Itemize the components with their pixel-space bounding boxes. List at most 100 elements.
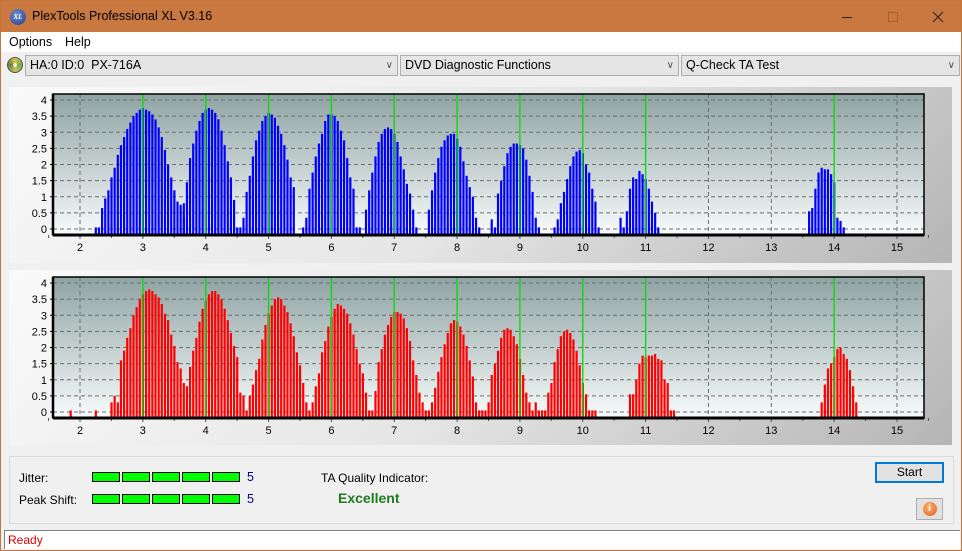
histogram-bar (346, 158, 349, 235)
histogram-bar (855, 402, 858, 418)
x-tick-label: 12 (702, 425, 714, 437)
peak-shift-meter-segment (182, 494, 210, 504)
function-select[interactable]: DVD Diagnostic Functions ∨ (400, 55, 679, 76)
histogram-bar (434, 387, 437, 418)
title-bar[interactable]: XL PlexTools Professional XL V3.16 (1, 1, 961, 32)
close-button[interactable] (915, 1, 961, 32)
histogram-bar (198, 321, 201, 418)
histogram-bar (129, 328, 132, 418)
info-button[interactable]: i (916, 498, 943, 520)
histogram-bar (166, 320, 170, 418)
histogram-bar (632, 177, 635, 235)
peak-shift-meter (92, 494, 240, 504)
histogram-bar (151, 114, 154, 235)
histogram-bar (449, 133, 452, 235)
histogram-bar (173, 190, 176, 235)
histogram-bar (317, 143, 321, 235)
histogram-bar (214, 291, 217, 418)
histogram-bar (836, 217, 839, 235)
histogram-bar (396, 312, 399, 418)
histogram-bar (443, 344, 446, 418)
histogram-bar (176, 201, 179, 235)
histogram-bar (452, 320, 456, 418)
y-tick-label: 2 (41, 343, 47, 355)
maximize-button[interactable] (870, 1, 916, 32)
histogram-bar (349, 323, 352, 418)
histogram-bar (251, 156, 255, 235)
drive-select[interactable]: HA:0 ID:0 PX-716A ∨ (25, 55, 398, 76)
histogram-bar (327, 114, 330, 235)
histogram-bar (333, 116, 336, 235)
histogram-bar (119, 360, 123, 418)
histogram-bar (364, 209, 368, 235)
histogram-bar (210, 109, 214, 235)
histogram-bar (138, 109, 141, 235)
histogram-bar (503, 329, 506, 418)
histogram-bar (270, 114, 273, 235)
histogram-bar (845, 358, 848, 418)
histogram-bar (500, 337, 503, 418)
jitter-label: Jitter: (19, 471, 49, 485)
histogram-bar (289, 323, 292, 418)
histogram-bar (129, 122, 132, 235)
histogram-bar (647, 188, 650, 235)
histogram-bar (100, 208, 104, 235)
histogram-bar (126, 129, 129, 235)
histogram-bar (226, 161, 229, 235)
histogram-bar (210, 291, 214, 418)
y-tick-label: 0.5 (32, 208, 47, 220)
status-bar: Ready (4, 530, 960, 549)
histogram-bar (830, 174, 833, 235)
histogram-bar (192, 350, 195, 418)
x-tick-label: 14 (828, 242, 840, 254)
y-tick-label: 2 (41, 160, 47, 172)
histogram-bar (107, 190, 110, 235)
histogram-bar (116, 154, 119, 235)
histogram-bar (276, 125, 280, 235)
histogram-bar (584, 164, 588, 235)
histogram-bar (201, 112, 204, 235)
histogram-bar (182, 382, 185, 418)
menu-options[interactable]: Options (9, 35, 52, 49)
histogram-bar (352, 334, 355, 418)
histogram-bar (415, 374, 418, 418)
histogram-bar (185, 182, 189, 235)
test-select[interactable]: Q-Check TA Test ∨ (681, 55, 960, 76)
histogram-bar (625, 211, 628, 235)
histogram-bar (440, 146, 443, 235)
jitter-meter-segment (122, 472, 150, 482)
histogram-bar (459, 146, 462, 235)
minimize-button[interactable] (824, 1, 870, 32)
y-tick-label: 3.5 (32, 111, 47, 123)
histogram-bar (430, 402, 434, 418)
x-tick-label: 11 (640, 242, 651, 254)
histogram-bar (437, 158, 440, 235)
histogram-bar (320, 133, 324, 235)
histogram-bar (151, 291, 154, 418)
histogram-bar (283, 145, 286, 235)
y-tick-label: 3 (41, 127, 47, 139)
ta-quality-value: Excellent (338, 490, 400, 506)
y-tick-label: 1 (41, 192, 47, 204)
start-button[interactable]: Start (875, 462, 944, 483)
histogram-bar (525, 392, 528, 418)
histogram-bar (462, 334, 465, 418)
histogram-bar (232, 345, 236, 418)
histogram-bar (817, 172, 820, 235)
histogram-bar (525, 159, 528, 235)
peak-shift-meter-segment (152, 494, 180, 504)
maximize-icon (888, 11, 898, 22)
histogram-bar (848, 370, 852, 418)
histogram-bar (808, 211, 811, 235)
histogram-bar (569, 166, 572, 235)
x-tick-label: 15 (891, 425, 903, 437)
menu-help[interactable]: Help (65, 35, 91, 49)
histogram-bar (512, 143, 515, 235)
histogram-bar (412, 360, 415, 418)
histogram-bar (377, 141, 380, 235)
histogram-bar (556, 349, 559, 418)
histogram-bar (594, 201, 597, 235)
histogram-bar (295, 352, 299, 418)
histogram-bar (135, 307, 138, 418)
x-tick-label: 3 (140, 242, 146, 254)
